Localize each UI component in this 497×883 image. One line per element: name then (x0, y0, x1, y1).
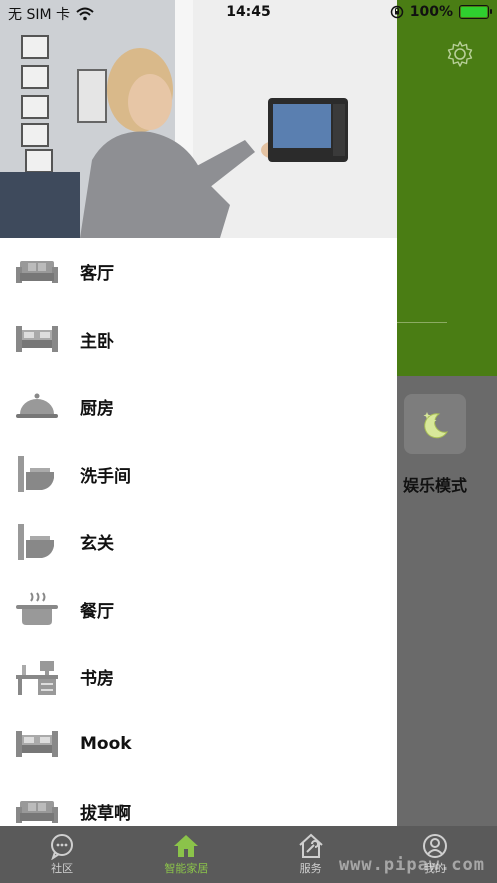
room-label: Mook (80, 734, 132, 755)
toilet-icon (16, 523, 58, 560)
tab-community[interactable]: 社区 (0, 826, 124, 883)
room-item-master-bedroom[interactable]: 主卧 (0, 306, 397, 374)
background-divider (397, 322, 447, 323)
status-bar: 无 SIM 卡 14:45 100% (0, 0, 497, 26)
room-item-entryway[interactable]: 玄关 (0, 508, 397, 576)
hero-illustration (0, 0, 397, 238)
cooking-pot-icon (16, 591, 58, 627)
room-label: 厨房 (80, 399, 114, 420)
home-icon (174, 835, 199, 857)
moon-stars-icon (423, 412, 449, 439)
house-wrench-icon (298, 833, 323, 858)
status-right: 100% (390, 4, 492, 20)
room-item-restroom[interactable]: 洗手间 (0, 441, 397, 509)
tab-label: 社区 (51, 862, 74, 875)
room-item-mook[interactable]: Mook (0, 711, 397, 779)
tab-label: 服务 (299, 862, 322, 875)
room-drawer: 客厅 主卧 厨房 洗手间 玄关 餐厅 书房 Mook 拔草啊 (0, 0, 397, 826)
toilet-icon (16, 456, 58, 493)
room-label: 客厅 (80, 264, 114, 285)
cloche-icon (16, 389, 58, 425)
battery-percent: 100% (409, 4, 453, 20)
room-item-kitchen[interactable]: 厨房 (0, 373, 397, 441)
chat-bubble-icon (51, 834, 74, 860)
room-label: 拔草啊 (80, 804, 131, 825)
room-label: 书房 (80, 669, 114, 690)
room-label: 洗手间 (80, 466, 131, 487)
entertainment-mode-tile[interactable] (404, 394, 466, 454)
desk-icon (16, 659, 58, 695)
sofa-icon (16, 794, 58, 826)
battery-icon (459, 5, 492, 19)
tab-label: 智能家居 (164, 862, 209, 875)
watermark: www.pipaw.com (338, 855, 485, 875)
gear-icon[interactable] (446, 40, 474, 68)
bed-icon (16, 726, 58, 762)
room-label: 玄关 (80, 534, 114, 555)
room-menu: 客厅 主卧 厨房 洗手间 玄关 餐厅 书房 Mook 拔草啊 (0, 238, 397, 826)
room-label: 餐厅 (80, 601, 114, 622)
bed-icon (16, 321, 58, 357)
room-item-study[interactable]: 书房 (0, 643, 397, 711)
room-item-dining-room[interactable]: 餐厅 (0, 576, 397, 644)
room-item-living-room[interactable]: 客厅 (0, 238, 397, 306)
orientation-lock-icon (390, 5, 403, 19)
entertainment-mode-label: 娱乐模式 (403, 476, 468, 495)
tab-smart-home[interactable]: 智能家居 (124, 826, 248, 883)
sofa-icon (16, 254, 58, 290)
room-label: 主卧 (80, 331, 114, 352)
drawer-hero-image (0, 0, 397, 238)
room-item-custom[interactable]: 拔草啊 (0, 778, 397, 826)
